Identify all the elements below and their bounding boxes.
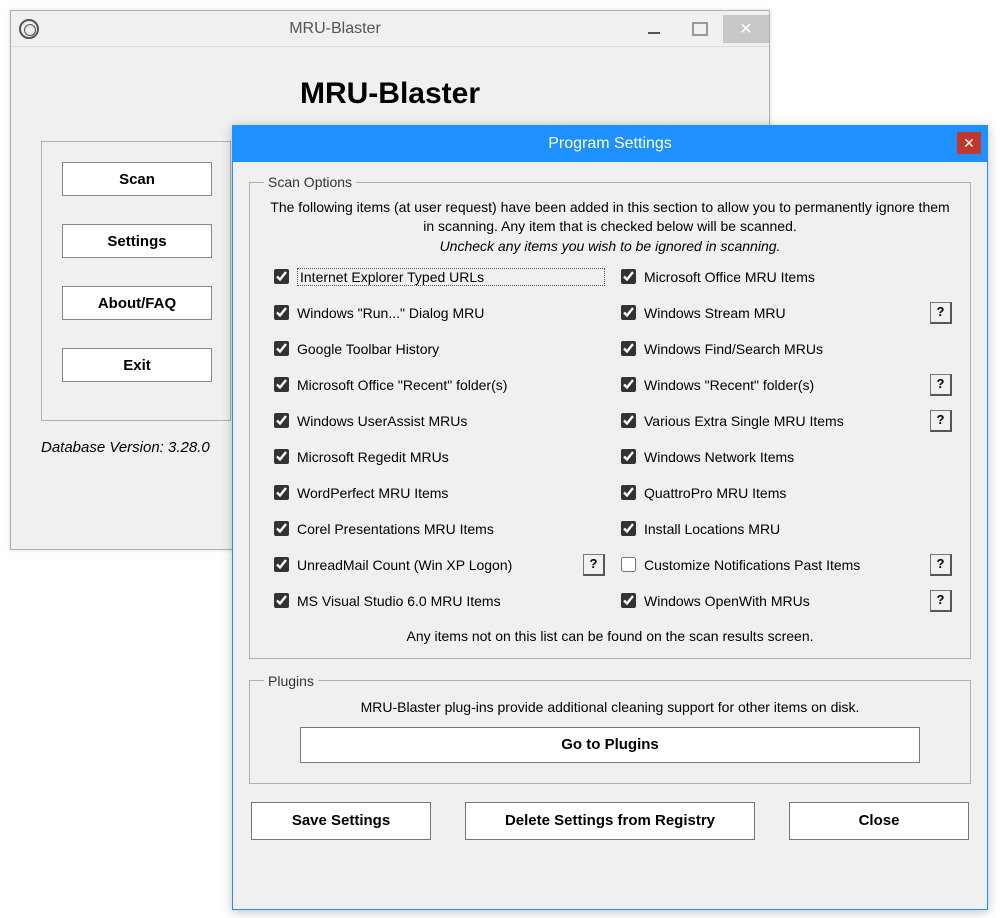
dialog-title: Program Settings [233,135,987,153]
dialog-body: Scan Options The following items (at use… [233,162,987,909]
plugins-text: MRU-Blaster plug-ins provide additional … [264,699,956,715]
scan-option[interactable]: UnreadMail Count (Win XP Logon)? [268,552,605,578]
scan-option[interactable]: Microsoft Office MRU Items [615,264,952,290]
help-button[interactable]: ? [930,410,952,432]
scan-option[interactable]: Windows Network Items [615,444,952,470]
scan-option[interactable]: Windows "Recent" folder(s)? [615,372,952,398]
scan-option-label: Microsoft Office MRU Items [644,269,952,285]
scan-option-label: Windows Find/Search MRUs [644,341,952,357]
scan-options-grid: Internet Explorer Typed URLs Microsoft Of… [264,264,956,614]
dialog-close-button[interactable]: ✕ [957,132,981,154]
scan-option-label: Windows UserAssist MRUs [297,413,605,429]
close-dialog-button[interactable]: Close [789,802,969,840]
dialog-titlebar[interactable]: Program Settings ✕ [233,126,987,162]
scan-option[interactable]: Internet Explorer Typed URLs [268,264,605,290]
dialog-button-row: Save Settings Delete Settings from Regis… [249,798,971,840]
help-button[interactable]: ? [930,302,952,324]
close-window-button[interactable]: ✕ [723,15,769,43]
scan-option-checkbox[interactable] [274,521,289,536]
scan-options-footer: Any items not on this list can be found … [264,628,956,644]
scan-option-checkbox[interactable] [274,485,289,500]
scan-option-label: Windows Stream MRU [644,305,924,321]
scan-option[interactable]: QuattroPro MRU Items [615,480,952,506]
scan-option-label: Windows "Run..." Dialog MRU [297,305,605,321]
scan-option[interactable]: Windows UserAssist MRUs [268,408,605,434]
scan-option-label: WordPerfect MRU Items [297,485,605,501]
scan-option[interactable]: Customize Notifications Past Items? [615,552,952,578]
scan-option[interactable]: WordPerfect MRU Items [268,480,605,506]
plugins-legend: Plugins [264,673,318,689]
main-title: MRU-Blaster [39,20,631,38]
scan-option-label: Corel Presentations MRU Items [297,521,605,537]
scan-button[interactable]: Scan [62,162,212,196]
scan-options-legend: Scan Options [264,174,356,190]
scan-option-checkbox[interactable] [621,305,636,320]
scan-option-checkbox[interactable] [621,269,636,284]
delete-settings-button[interactable]: Delete Settings from Registry [465,802,755,840]
app-heading: MRU-Blaster [41,77,739,111]
scan-option[interactable]: Windows Find/Search MRUs [615,336,952,362]
scan-option-label: Internet Explorer Typed URLs [297,268,605,286]
settings-button[interactable]: Settings [62,224,212,258]
scan-option[interactable]: Windows "Run..." Dialog MRU [268,300,605,326]
scan-option[interactable]: Various Extra Single MRU Items? [615,408,952,434]
scan-option-checkbox[interactable] [621,377,636,392]
scan-option-label: Windows Network Items [644,449,952,465]
scan-options-hint: Uncheck any items you wish to be ignored… [264,238,956,254]
scan-options-intro: The following items (at user request) ha… [264,198,956,236]
scan-option-label: Various Extra Single MRU Items [644,413,924,429]
scan-option-label: Windows OpenWith MRUs [644,593,924,609]
scan-option-label: Customize Notifications Past Items [644,557,924,573]
scan-option[interactable]: MS Visual Studio 6.0 MRU Items [268,588,605,614]
scan-option-checkbox[interactable] [274,377,289,392]
main-titlebar[interactable]: MRU-Blaster ✕ [11,11,769,47]
scan-option-checkbox[interactable] [274,269,289,284]
scan-option-checkbox[interactable] [274,305,289,320]
scan-option-checkbox[interactable] [274,413,289,428]
nav-panel: Scan Settings About/FAQ Exit [41,141,231,421]
help-button[interactable]: ? [583,554,605,576]
help-button[interactable]: ? [930,554,952,576]
scan-option-label: Install Locations MRU [644,521,952,537]
scan-option-label: Microsoft Regedit MRUs [297,449,605,465]
plugins-group: Plugins MRU-Blaster plug-ins provide add… [249,673,971,784]
scan-option-label: UnreadMail Count (Win XP Logon) [297,557,577,573]
scan-option-checkbox[interactable] [274,593,289,608]
help-button[interactable]: ? [930,374,952,396]
scan-option-label: Windows "Recent" folder(s) [644,377,924,393]
scan-option-checkbox[interactable] [274,341,289,356]
scan-option[interactable]: Google Toolbar History [268,336,605,362]
scan-option-checkbox[interactable] [621,593,636,608]
scan-option-checkbox[interactable] [621,485,636,500]
scan-option-label: MS Visual Studio 6.0 MRU Items [297,593,605,609]
scan-options-group: Scan Options The following items (at use… [249,174,971,659]
scan-option-label: Microsoft Office "Recent" folder(s) [297,377,605,393]
save-settings-button[interactable]: Save Settings [251,802,431,840]
scan-option[interactable]: Microsoft Regedit MRUs [268,444,605,470]
maximize-button[interactable] [677,15,723,43]
scan-option-checkbox[interactable] [621,557,636,572]
scan-option-checkbox[interactable] [274,557,289,572]
scan-option[interactable]: Windows Stream MRU? [615,300,952,326]
scan-option-checkbox[interactable] [621,449,636,464]
minimize-button[interactable] [631,15,677,43]
scan-option-label: Google Toolbar History [297,341,605,357]
scan-option-checkbox[interactable] [621,341,636,356]
help-button[interactable]: ? [930,590,952,612]
about-button[interactable]: About/FAQ [62,286,212,320]
scan-option-checkbox[interactable] [621,521,636,536]
scan-option[interactable]: Install Locations MRU [615,516,952,542]
exit-button[interactable]: Exit [62,348,212,382]
scan-option[interactable]: Microsoft Office "Recent" folder(s) [268,372,605,398]
window-controls: ✕ [631,11,769,46]
app-icon [19,19,39,39]
settings-dialog: Program Settings ✕ Scan Options The foll… [232,125,988,910]
scan-option-label: QuattroPro MRU Items [644,485,952,501]
scan-option[interactable]: Windows OpenWith MRUs? [615,588,952,614]
scan-option[interactable]: Corel Presentations MRU Items [268,516,605,542]
go-to-plugins-button[interactable]: Go to Plugins [300,727,920,763]
scan-option-checkbox[interactable] [274,449,289,464]
scan-option-checkbox[interactable] [621,413,636,428]
